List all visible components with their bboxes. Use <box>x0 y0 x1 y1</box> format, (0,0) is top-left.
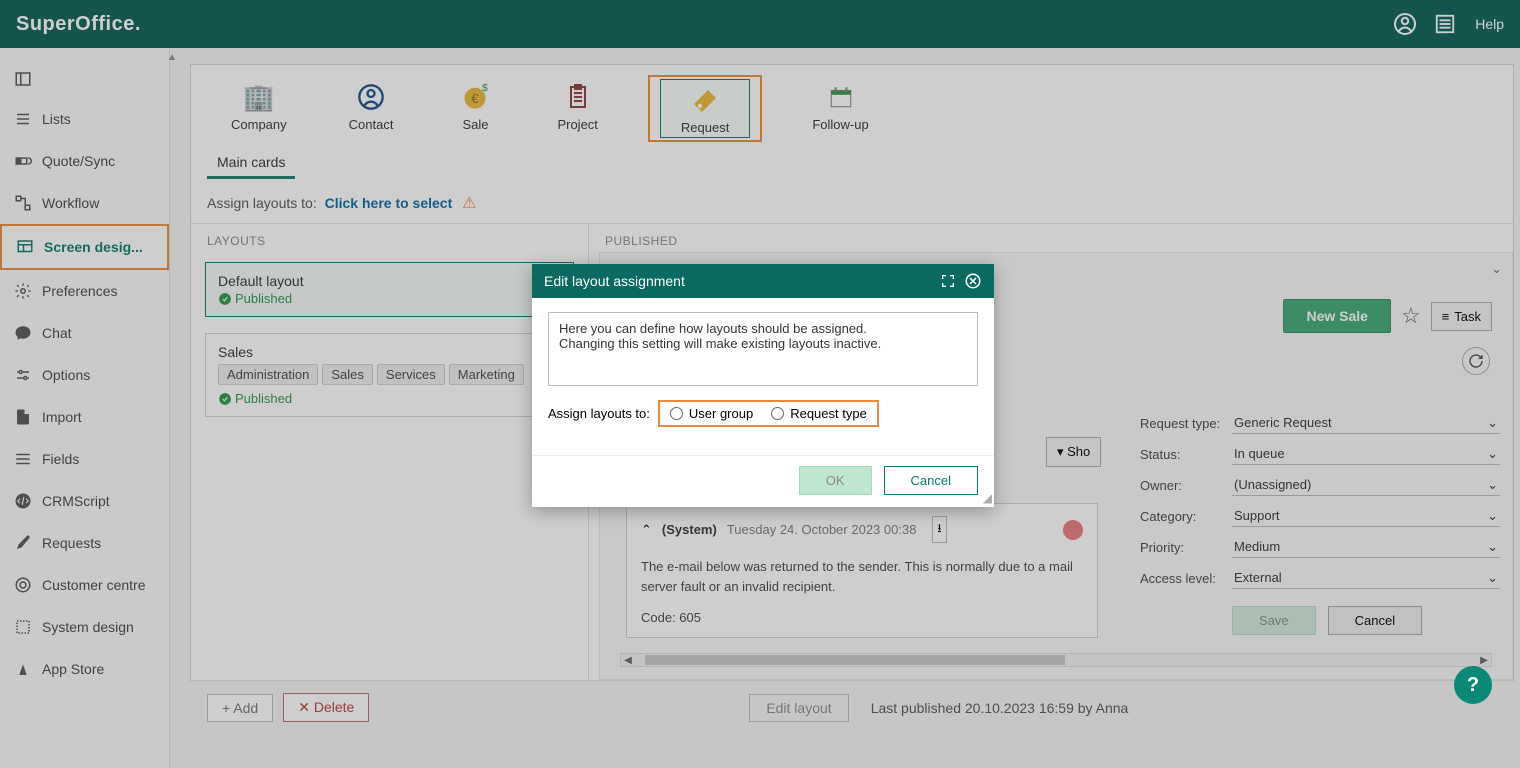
help-fab[interactable]: ? <box>1454 666 1492 704</box>
fullscreen-icon[interactable] <box>940 273 956 289</box>
radio-group-highlight: User group Request type <box>658 400 879 427</box>
modal-message-box: Here you can define how layouts should b… <box>548 312 978 386</box>
close-icon[interactable] <box>964 272 982 290</box>
modal-cancel-button[interactable]: Cancel <box>884 466 978 495</box>
radio-request-type[interactable]: Request type <box>771 406 867 421</box>
modal-assign-label: Assign layouts to: <box>548 406 650 421</box>
radio-user-group[interactable]: User group <box>670 406 753 421</box>
modal-titlebar: Edit layout assignment <box>532 264 994 298</box>
edit-layout-assignment-modal: Edit layout assignment Here you can defi… <box>532 264 994 507</box>
modal-ok-button[interactable]: OK <box>799 466 872 495</box>
